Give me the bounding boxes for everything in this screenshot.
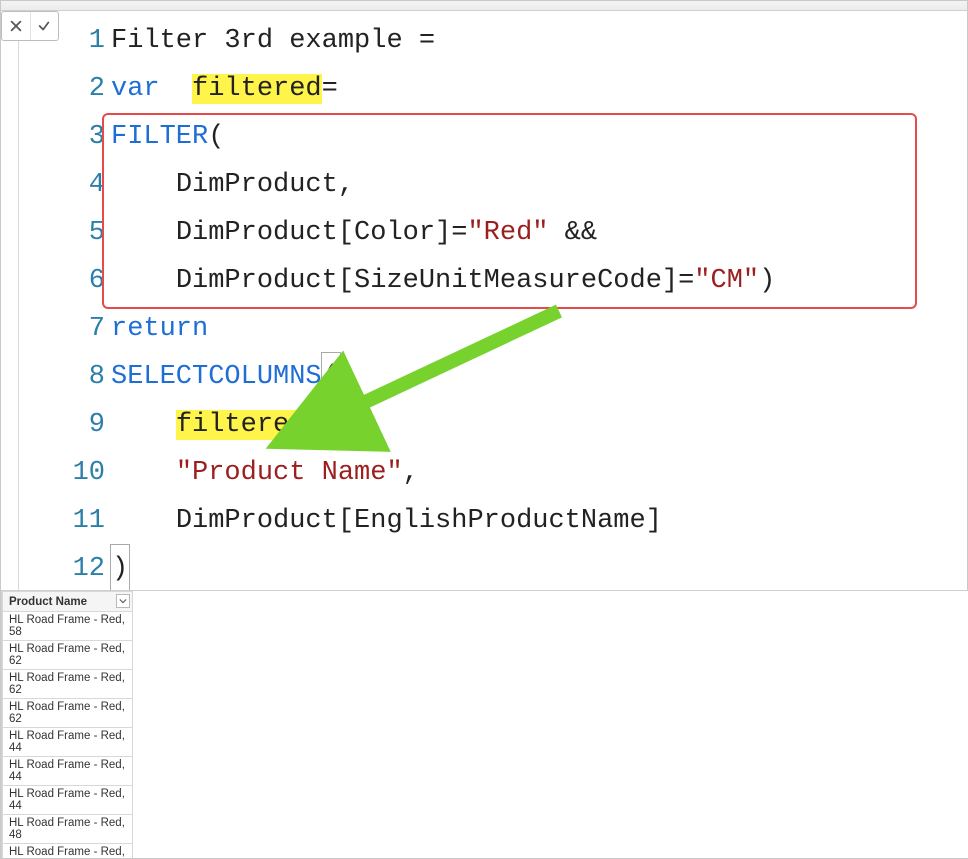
matched-paren-open: ( (321, 352, 341, 402)
table-cell: HL Road Frame - Red, 44 (3, 786, 133, 815)
line-number: 7 (69, 305, 111, 353)
func-selectcolumns: SELECTCOLUMNS (111, 362, 322, 392)
line-number: 3 (69, 113, 111, 161)
code-text: DimProduct, (176, 170, 354, 200)
formula-commit-buttons (1, 11, 59, 41)
code-line: 9 filtered, (69, 401, 967, 449)
code-line: 2 var filtered= (69, 65, 967, 113)
code-lines: 1 Filter 3rd example = 2 var filtered= 3… (69, 17, 967, 593)
table-row[interactable]: HL Road Frame - Red, 62 (3, 670, 133, 699)
line-number: 2 (69, 65, 111, 113)
table-row[interactable]: HL Road Frame - Red, 58 (3, 612, 133, 641)
string-literal: "CM" (694, 266, 759, 296)
results-table: Product Name HL Road Frame - Red, 58HL R… (2, 591, 133, 858)
code-line: 10 "Product Name", (69, 449, 967, 497)
table-row[interactable]: HL Road Frame - Red, 44 (3, 757, 133, 786)
table-row[interactable]: HL Road Frame - Red, 62 (3, 641, 133, 670)
table-row[interactable]: HL Road Frame - Red, 44 (3, 786, 133, 815)
line-number: 4 (69, 161, 111, 209)
table-cell: HL Road Frame - Red, 48 (3, 815, 133, 844)
line-number: 6 (69, 257, 111, 305)
line-number: 11 (69, 497, 111, 545)
check-icon (37, 19, 51, 33)
code-line: 8 SELECTCOLUMNS( (69, 353, 967, 401)
ribbon-strip (1, 1, 967, 11)
table-cell: HL Road Frame - Red, 48 (3, 844, 133, 859)
code-line: 11 DimProduct[EnglishProductName] (69, 497, 967, 545)
column-header-label: Product Name (9, 596, 87, 608)
table-cell: HL Road Frame - Red, 44 (3, 757, 133, 786)
table-cell: HL Road Frame - Red, 58 (3, 612, 133, 641)
close-icon (9, 19, 23, 33)
var-filtered-def: filtered (192, 74, 322, 104)
code-text: DimProduct[Color]= (176, 218, 468, 248)
commit-button[interactable] (30, 12, 59, 40)
table-row[interactable]: HL Road Frame - Red, 48 (3, 815, 133, 844)
keyword-var: var (111, 74, 160, 104)
code-line: 7 return (69, 305, 967, 353)
table-row[interactable]: HL Road Frame - Red, 62 (3, 699, 133, 728)
cancel-button[interactable] (2, 12, 30, 40)
code-line: 1 Filter 3rd example = (69, 17, 967, 65)
editor-left-gutter (1, 11, 19, 590)
table-cell: HL Road Frame - Red, 62 (3, 699, 133, 728)
chevron-down-icon (119, 597, 127, 605)
line-number: 9 (69, 401, 111, 449)
code-area[interactable]: 1 Filter 3rd example = 2 var filtered= 3… (19, 11, 967, 590)
code-line: 3 FILTER( (69, 113, 967, 161)
line-number: 1 (69, 17, 111, 65)
code-line: 4 DimProduct, (69, 161, 967, 209)
string-literal: "Product Name" (176, 458, 403, 488)
matched-paren-close: ) (110, 544, 130, 594)
table-cell: HL Road Frame - Red, 44 (3, 728, 133, 757)
results-table-pane: Product Name HL Road Frame - Red, 58HL R… (1, 590, 968, 858)
code-text: DimProduct[SizeUnitMeasureCode]= (176, 266, 694, 296)
table-row[interactable]: HL Road Frame - Red, 48 (3, 844, 133, 859)
code-text: Filter 3rd example = (111, 26, 435, 56)
table-row[interactable]: HL Road Frame - Red, 44 (3, 728, 133, 757)
code-line: 6 DimProduct[SizeUnitMeasureCode]="CM") (69, 257, 967, 305)
code-line: 12 ) (69, 545, 967, 593)
line-number: 8 (69, 353, 111, 401)
func-filter: FILTER (111, 122, 208, 152)
code-line: 5 DimProduct[Color]="Red" && (69, 209, 967, 257)
var-filtered-use: filtered (176, 410, 306, 440)
table-cell: HL Road Frame - Red, 62 (3, 641, 133, 670)
column-filter-button[interactable] (116, 594, 130, 608)
line-number: 5 (69, 209, 111, 257)
line-number: 10 (69, 449, 111, 497)
line-number: 12 (69, 545, 111, 593)
app-root: 1 Filter 3rd example = 2 var filtered= 3… (0, 0, 968, 859)
keyword-return: return (111, 314, 208, 344)
column-header-product-name[interactable]: Product Name (3, 592, 133, 612)
code-text: DimProduct[EnglishProductName] (176, 506, 662, 536)
formula-editor: 1 Filter 3rd example = 2 var filtered= 3… (1, 11, 967, 591)
table-cell: HL Road Frame - Red, 62 (3, 670, 133, 699)
string-literal: "Red" (467, 218, 548, 248)
